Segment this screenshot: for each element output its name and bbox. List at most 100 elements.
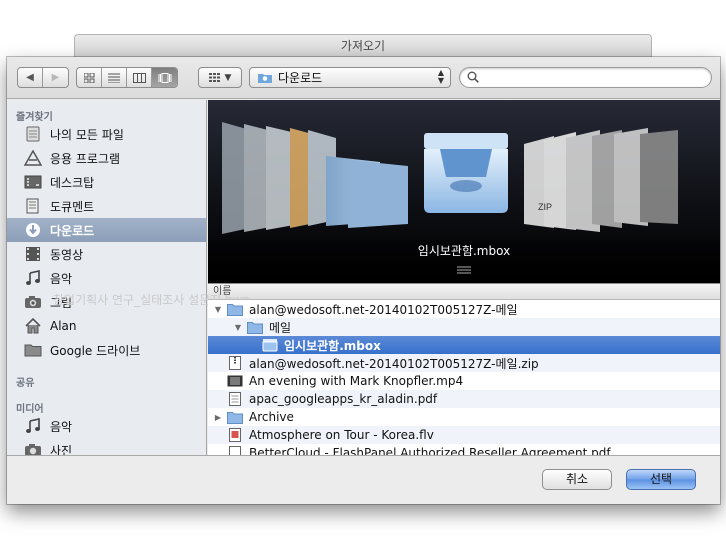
sidebar-item-label: 음악	[50, 271, 73, 286]
back-button[interactable]: ◀	[18, 68, 43, 87]
file-row[interactable]: ▼ alan@wedosoft.net-20140102T005127Z-메일	[208, 300, 720, 318]
sidebar-item-label: 다운로드	[50, 223, 95, 238]
resize-handle-icon[interactable]	[456, 266, 472, 274]
column-header-name[interactable]: 이름	[208, 283, 720, 300]
file-name: Atmosphere on Tour - Korea.flv	[249, 428, 434, 442]
disclosure-expanded-icon[interactable]: ▼	[233, 323, 243, 332]
history-nav: ◀ ▶	[17, 67, 69, 88]
file-row[interactable]: ▼ 메일	[208, 318, 720, 336]
column-view-button[interactable]	[127, 68, 152, 87]
pdf-icon	[227, 446, 243, 455]
home-icon	[23, 317, 43, 335]
arrange-grid-icon	[208, 73, 220, 82]
dialog-footer: 취소 선택	[7, 455, 720, 504]
sidebar-item-applications[interactable]: 응용 프로그램	[7, 146, 206, 170]
toolbar: ◀ ▶ ▼ 다운로드 ▲ ▼	[7, 57, 720, 99]
sidebar-item-label: 사진	[50, 443, 73, 456]
sidebar-item-documents[interactable]: 도큐멘트	[7, 194, 206, 218]
arrange-button[interactable]: ▼	[198, 67, 242, 88]
coverflow-view-icon	[158, 72, 171, 83]
flv-icon	[227, 428, 243, 442]
forward-button[interactable]: ▶	[43, 68, 68, 87]
sidebar-item-label: 응용 프로그램	[50, 151, 121, 166]
cancel-button[interactable]: 취소	[542, 469, 612, 490]
icon-view-button[interactable]	[77, 68, 102, 87]
file-row[interactable]: BetterCloud - FlashPanel Authorized Rese…	[208, 444, 720, 455]
arrow-left-icon: ◀	[26, 72, 34, 83]
file-row-selected[interactable]: 임시보관함.mbox	[208, 336, 720, 354]
sidebar-item-label: 동영상	[50, 247, 84, 262]
folder-icon	[23, 341, 43, 359]
dropdown-arrow-icon: ▼	[224, 72, 232, 83]
file-name: BetterCloud - FlashPanel Authorized Rese…	[249, 446, 611, 455]
sidebar-section-media: 미디어	[16, 404, 44, 415]
icon-view-icon	[83, 72, 94, 83]
file-name: apac_googleapps_kr_aladin.pdf	[249, 392, 438, 406]
file-row[interactable]: An evening with Mark Knopfler.mp4	[208, 372, 720, 390]
updown-arrows-icon: ▲ ▼	[437, 68, 444, 85]
pdf-icon	[227, 392, 243, 406]
file-name: alan@wedosoft.net-20140102T005127Z-메일	[249, 302, 518, 317]
file-name: 임시보관함.mbox	[284, 338, 381, 353]
desktop-icon	[23, 173, 43, 191]
location-label: 다운로드	[278, 71, 323, 85]
sidebar-section-favorites: 즐겨찾기	[16, 112, 53, 123]
sidebar-item-music[interactable]: 음악	[7, 266, 206, 290]
music-icon	[23, 417, 43, 435]
arrow-right-icon: ▶	[51, 72, 60, 83]
open-dialog: ◀ ▶ ▼ 다운로드 ▲ ▼ 즐겨찾기 나의 모든 파일 응용 프로그램 데스크…	[7, 57, 720, 504]
search-icon	[467, 71, 479, 83]
window-title: 가져오기	[74, 34, 652, 58]
file-list: ▼ alan@wedosoft.net-20140102T005127Z-메일 …	[208, 300, 720, 455]
mbox-icon	[262, 338, 278, 352]
sidebar-item-desktop[interactable]: 데스크탑	[7, 170, 206, 194]
file-row[interactable]: apac_googleapps_kr_aladin.pdf	[208, 390, 720, 408]
choose-button[interactable]: 선택	[626, 469, 696, 490]
zip-icon	[227, 356, 243, 370]
sidebar-item-media-photos[interactable]: 사진	[7, 438, 206, 455]
coverflow-title: 임시보관함.mbox	[417, 244, 511, 258]
file-row[interactable]: Atmosphere on Tour - Korea.flv	[208, 426, 720, 444]
applications-icon	[23, 149, 43, 167]
sidebar-item-home[interactable]: Alan	[7, 314, 206, 338]
documents-icon	[23, 197, 43, 215]
sidebar-item-downloads[interactable]: 다운로드	[7, 218, 206, 242]
file-row[interactable]: alan@wedosoft.net-20140102T005127Z-메일.zi…	[208, 354, 720, 372]
pictures-icon	[23, 293, 43, 311]
search-field[interactable]	[459, 67, 712, 88]
file-name: alan@wedosoft.net-20140102T005127Z-메일.zi…	[249, 356, 539, 371]
sidebar-item-media-music[interactable]: 음악	[7, 414, 206, 438]
folder-icon	[247, 320, 263, 334]
sidebar-item-all-files[interactable]: 나의 모든 파일	[7, 122, 206, 146]
sidebar-item-movies[interactable]: 동영상	[7, 242, 206, 266]
movies-icon	[23, 245, 43, 263]
sidebar-item-label: 데스크탑	[50, 175, 95, 190]
file-row[interactable]: ▶ Archive	[208, 408, 720, 426]
sidebar-item-label: 나의 모든 파일	[50, 127, 124, 142]
folder-icon	[227, 302, 243, 316]
file-name: 메일	[269, 320, 292, 335]
disclosure-collapsed-icon[interactable]: ▶	[213, 413, 223, 422]
sidebar-item-label: 도큐멘트	[50, 199, 95, 214]
location-popup[interactable]: 다운로드 ▲ ▼	[249, 67, 451, 88]
video-icon	[227, 374, 243, 388]
sidebar-item-label: 음악	[50, 419, 73, 434]
list-view-icon	[108, 73, 120, 83]
downloads-icon	[23, 221, 43, 239]
file-name: Archive	[249, 410, 294, 424]
downloads-folder-icon	[258, 74, 272, 83]
all-files-icon	[23, 125, 43, 143]
disclosure-expanded-icon[interactable]: ▼	[213, 305, 223, 314]
svg-text:ZIP: ZIP	[538, 202, 552, 212]
coverflow-view[interactable]: ZIP 임시보관함.mbox	[208, 100, 720, 283]
sidebar: 즐겨찾기 나의 모든 파일 응용 프로그램 데스크탑 도큐멘트 다운로드 동영상…	[7, 100, 207, 455]
coverflow-view-button[interactable]	[152, 68, 177, 87]
file-name: An evening with Mark Knopfler.mp4	[249, 374, 464, 388]
music-icon	[23, 269, 43, 287]
column-view-icon	[132, 72, 146, 83]
sidebar-item-label: Google 드라이브	[50, 343, 141, 358]
list-view-button[interactable]	[102, 68, 127, 87]
sidebar-item-google-drive[interactable]: Google 드라이브	[7, 338, 206, 362]
camera-icon	[23, 441, 43, 455]
mbox-cover	[424, 133, 508, 213]
